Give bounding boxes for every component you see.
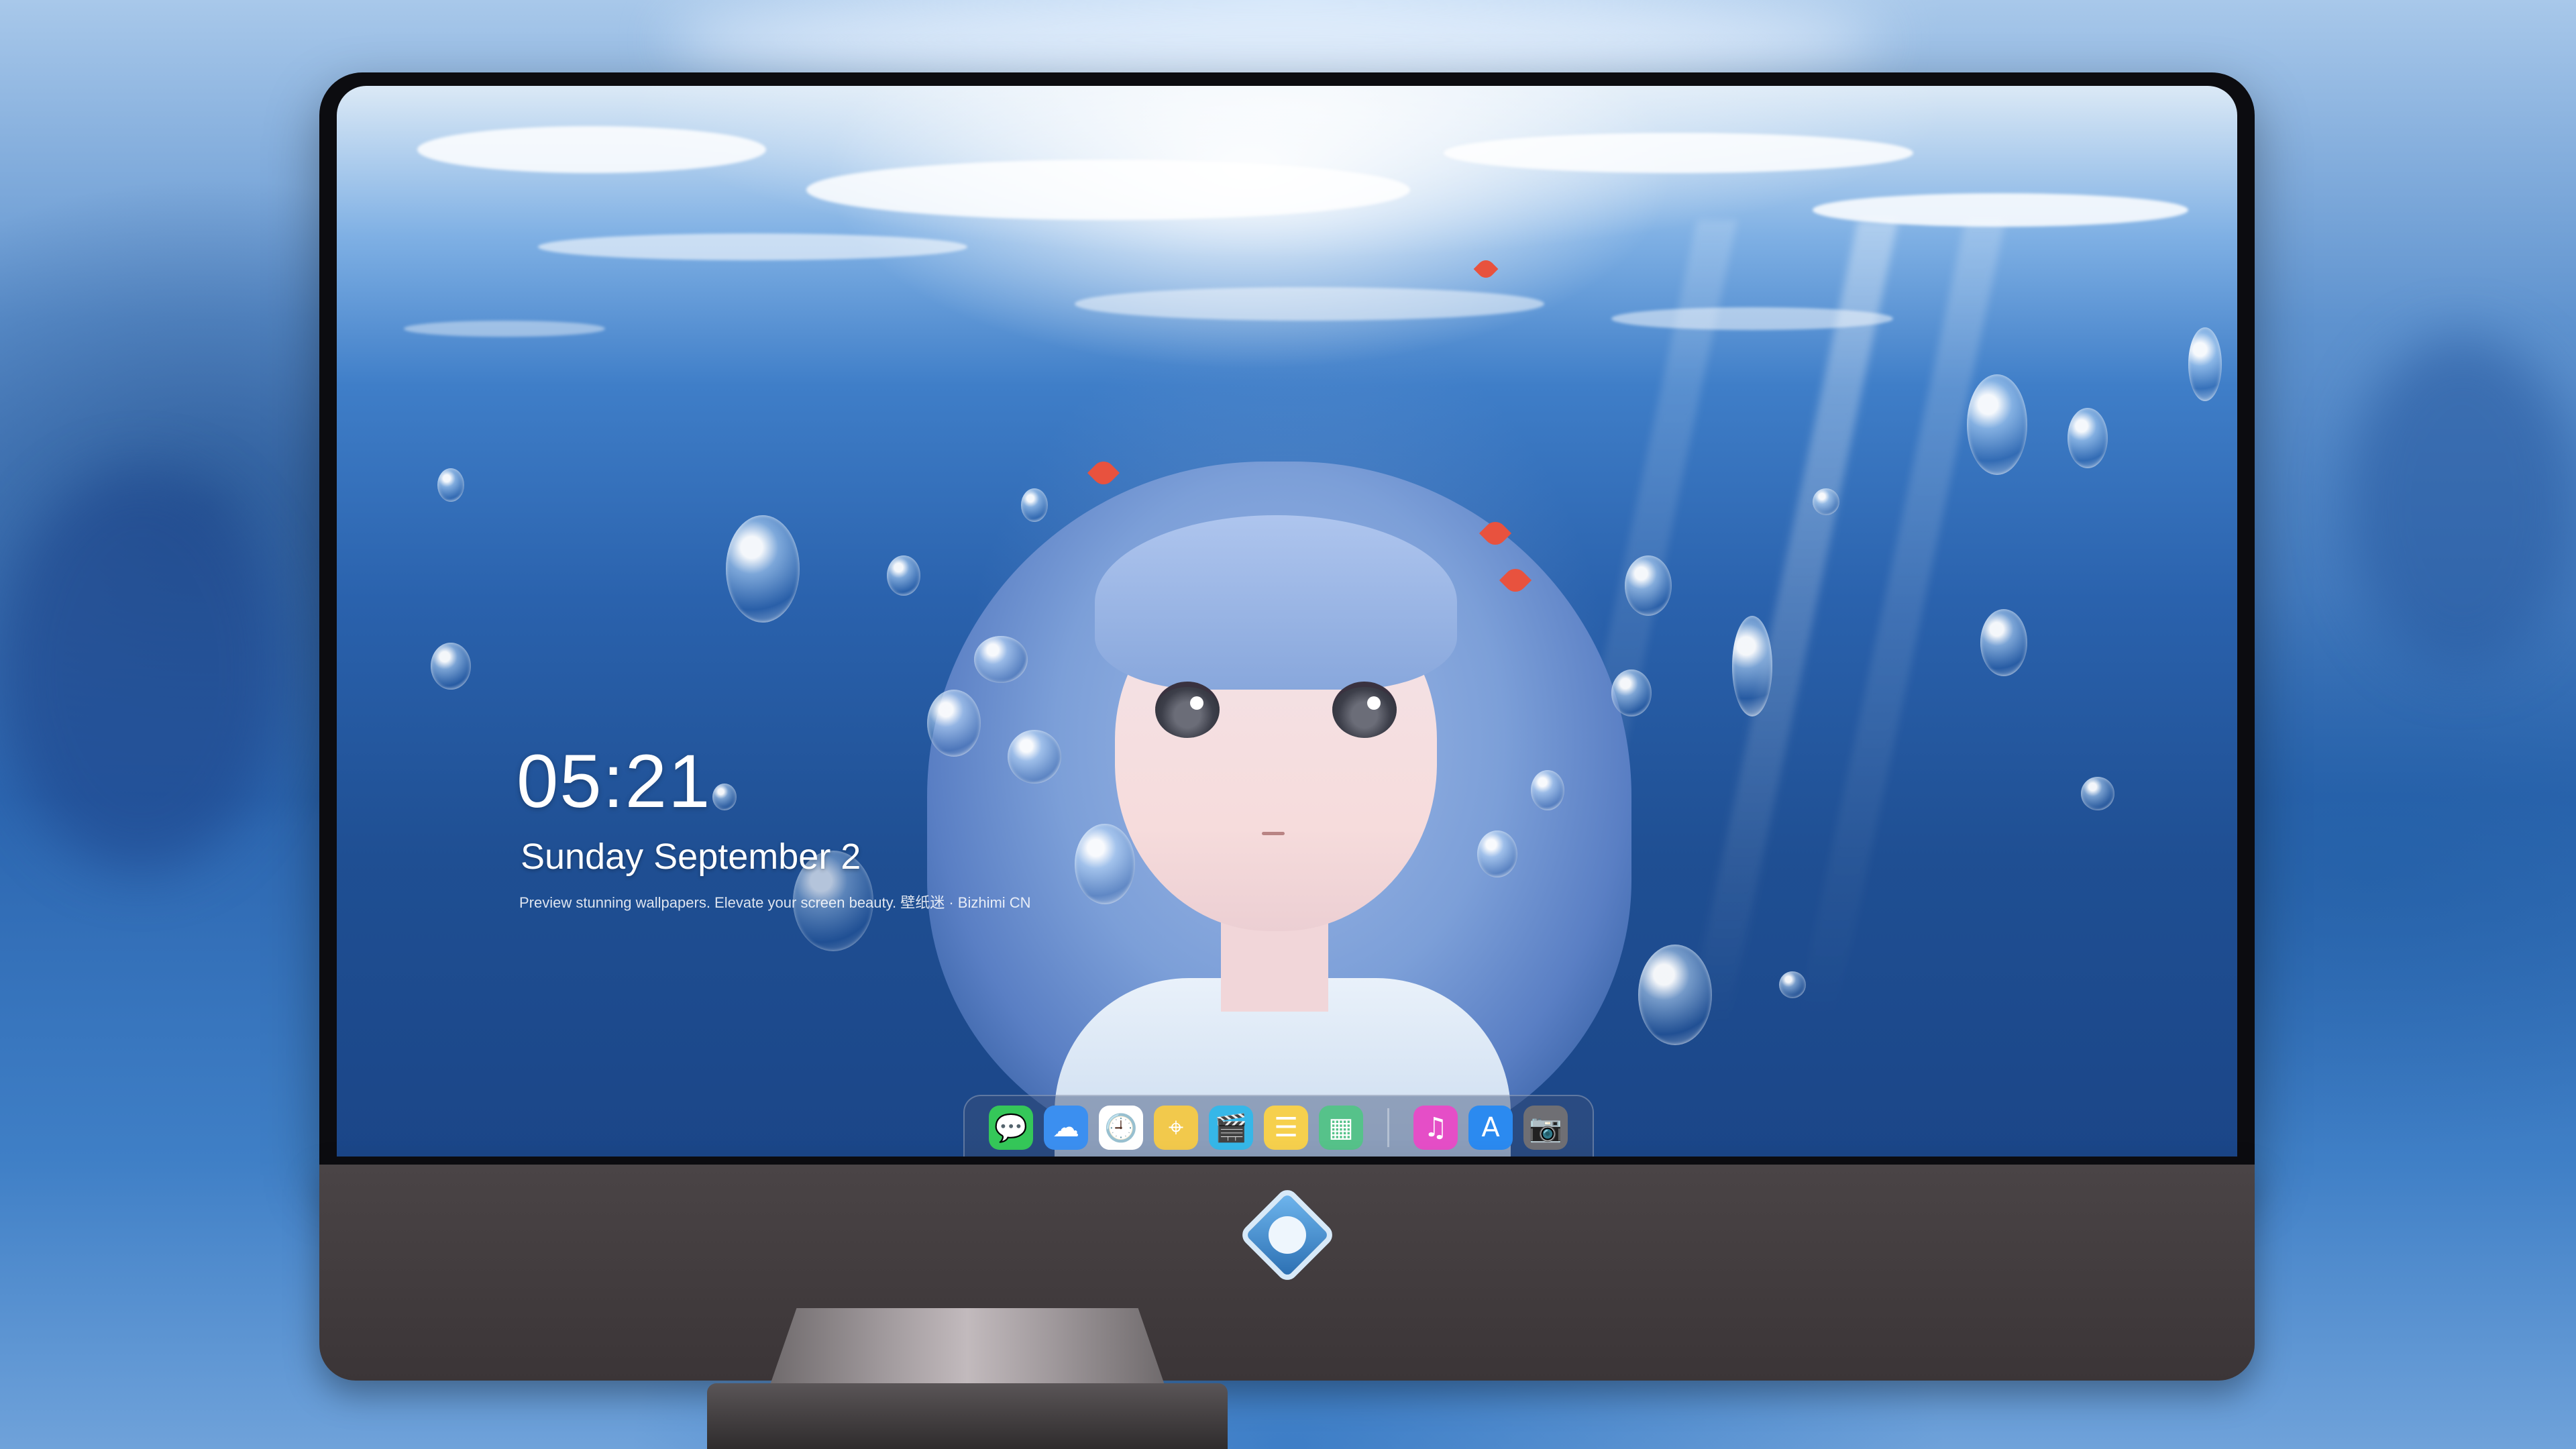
monitor: 05:21 Sunday September 2 Preview stunnin… (319, 72, 2255, 1381)
bubble (2068, 408, 2108, 468)
bubble (1531, 770, 1564, 810)
desktop-screen: 05:21 Sunday September 2 Preview stunnin… (337, 86, 2237, 1157)
bubble (712, 784, 737, 810)
app-store-icon[interactable]: A (1468, 1106, 1513, 1150)
wallpaper-girl-left-eye (1155, 682, 1220, 738)
eye-shine (1367, 696, 1381, 710)
background-blur (671, 0, 1878, 80)
clock-icon[interactable]: 🕘 (1099, 1106, 1143, 1150)
water-ripple (538, 233, 967, 260)
messages-icon[interactable]: 💬 (989, 1106, 1033, 1150)
brand-logo-mascot (1269, 1216, 1306, 1254)
water-ripple (1444, 133, 1913, 173)
bubble (1967, 374, 2027, 475)
eye-shine (1190, 696, 1203, 710)
light-ray (1686, 220, 1898, 1025)
clips-icon[interactable]: 🎬 (1209, 1106, 1253, 1150)
bubble (1008, 730, 1061, 784)
bubble (726, 515, 800, 623)
bubble (1021, 488, 1048, 522)
camera-icon[interactable]: 📷 (1523, 1106, 1568, 1150)
background-blur (2348, 335, 2576, 671)
bubble (2188, 327, 2222, 401)
water-ripple (417, 126, 766, 173)
bubble (1813, 488, 1839, 515)
dock: 💬 ☁ 🕘 ⌖ 🎬 ☰ ▦ ♫ A 📷 (963, 1095, 1594, 1157)
notes-icon[interactable]: ☰ (1264, 1106, 1308, 1150)
dock-separator (1387, 1108, 1389, 1147)
bubble (974, 636, 1028, 683)
wallpaper-girl-mouth (1262, 832, 1285, 835)
monitor-stand-base (707, 1383, 1228, 1449)
bubble (1611, 669, 1652, 716)
bubble (927, 690, 981, 757)
weather-icon[interactable]: ☁ (1044, 1106, 1088, 1150)
bubble (431, 643, 471, 690)
bubble (1980, 609, 2027, 676)
bubble (1779, 971, 1806, 998)
bubble (1075, 824, 1135, 904)
wallpaper-girl-bangs (1095, 515, 1457, 690)
wallpaper-caption: Preview stunning wallpapers. Elevate you… (519, 894, 1031, 911)
light-ray (1794, 220, 2006, 1025)
water-ripple (806, 160, 1410, 220)
bubble (437, 468, 464, 502)
monitor-stand-neck (769, 1308, 1166, 1389)
photos-icon[interactable]: ▦ (1319, 1106, 1363, 1150)
lock-screen-date: Sunday September 2 (521, 837, 861, 877)
wallpaper-girl-right-eye (1332, 682, 1397, 738)
bubble (1477, 830, 1517, 877)
bubble (887, 555, 920, 596)
hair-flower (1473, 256, 1499, 282)
water-ripple (1075, 287, 1544, 321)
hair-flower (1087, 456, 1120, 490)
bubble (1625, 555, 1672, 616)
music-icon[interactable]: ♫ (1413, 1106, 1458, 1150)
background-blur (0, 470, 282, 872)
lock-screen-time: 05:21 (517, 739, 712, 823)
bubble (1638, 945, 1712, 1045)
bubble (1732, 616, 1772, 716)
water-ripple (404, 321, 605, 337)
maps-icon[interactable]: ⌖ (1154, 1106, 1198, 1150)
bubble (2081, 777, 2114, 810)
